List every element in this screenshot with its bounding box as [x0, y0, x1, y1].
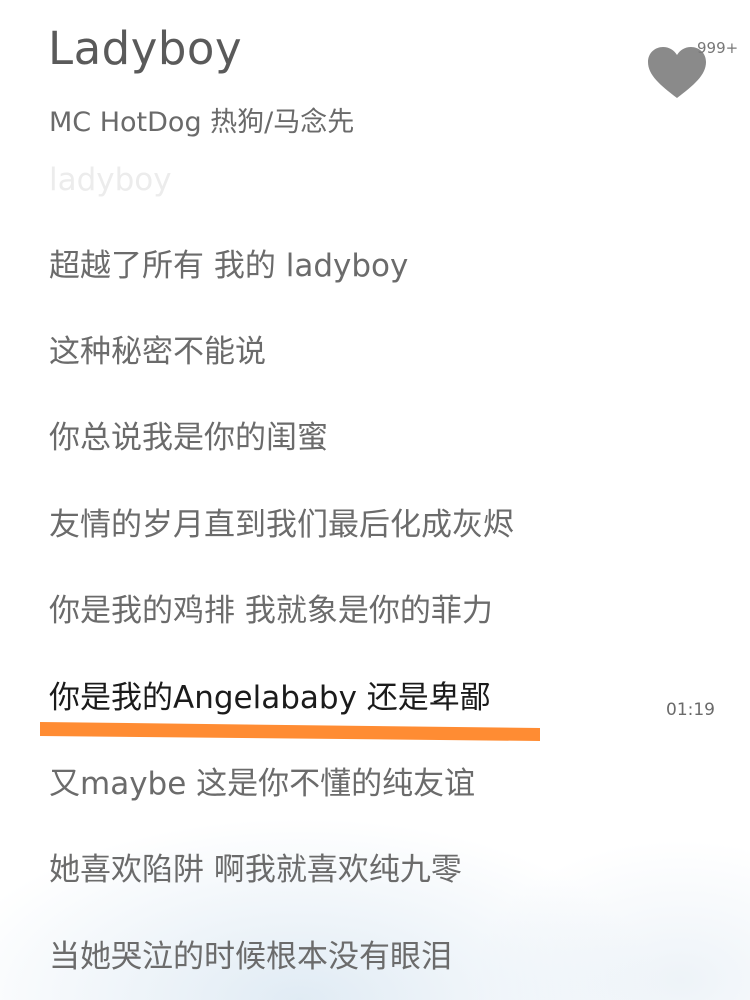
like-count: 999+ — [697, 39, 739, 57]
highlight-stroke — [40, 722, 540, 741]
lyric-line-current[interactable]: 你是我的Angelababy 还是卑鄙 — [49, 672, 491, 717]
lyric-line[interactable]: 你是我的鸡排 我就象是你的菲力 — [49, 585, 493, 630]
like-button[interactable]: 999+ — [644, 36, 744, 106]
artist-name: MC HotDog 热狗/马念先 — [49, 107, 355, 138]
lyric-line[interactable]: 当她哭泣的时候根本没有眼泪 — [49, 931, 452, 976]
current-line-timestamp: 01:19 — [666, 700, 715, 720]
lyric-line[interactable]: 又maybe 这是你不懂的纯友谊 — [49, 758, 475, 803]
lyric-line[interactable]: ladyboy — [49, 162, 172, 198]
lyric-line[interactable]: 她喜欢陷阱 啊我就喜欢纯九零 — [49, 844, 462, 889]
lyric-line[interactable]: 友情的岁月直到我们最后化成灰烬 — [49, 499, 514, 544]
lyric-line[interactable]: 你总说我是你的闺蜜 — [49, 412, 328, 457]
highlight-marker — [40, 722, 540, 741]
lyric-line[interactable]: 这种秘密不能说 — [49, 326, 266, 371]
lyric-line[interactable]: 超越了所有 我的 ladyboy — [49, 240, 408, 285]
song-title: Ladyboy — [48, 22, 243, 75]
